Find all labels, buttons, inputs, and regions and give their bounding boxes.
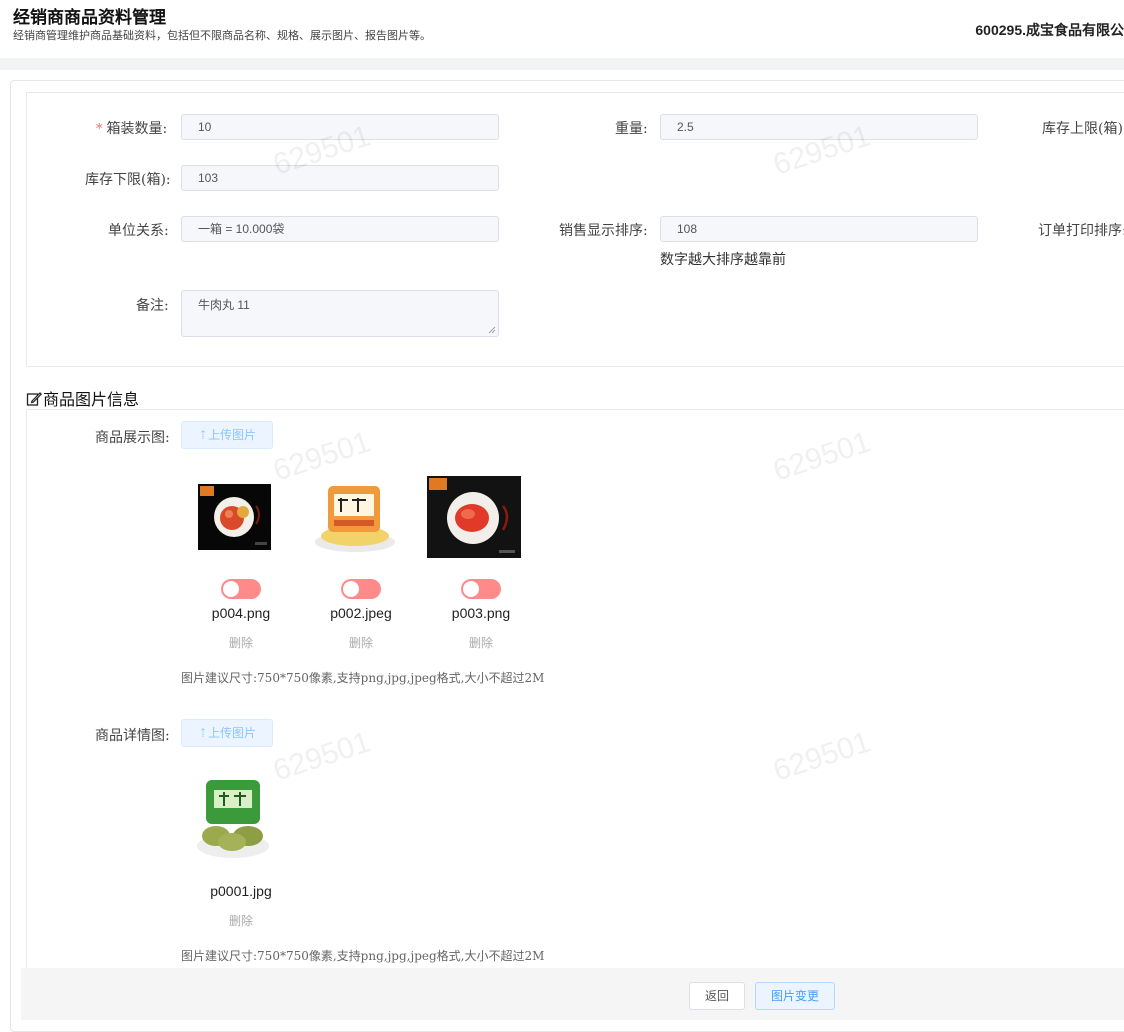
box-qty-label: * 箱装数量: [96,118,167,138]
detail-image-label: 商品详情图: [95,728,170,744]
delete-image-link[interactable]: 删除 [426,634,536,651]
display-image-filename: p004.png [211,605,271,621]
company-name: 600295.成宝食品有限公 [975,20,1124,40]
product-photo-green-snack [186,770,280,876]
delete-image-link[interactable]: 删除 [186,912,296,929]
detail-upload-button[interactable]: ⇡上传图片 [181,719,273,747]
product-photo-snack-bag [308,476,402,560]
detail-upload-label: 上传图片 [208,726,257,740]
header-separator [0,58,1124,70]
weight-input[interactable]: 2.5 [660,114,978,140]
upload-icon: ⇡ [197,726,209,740]
detail-image-filename: p0001.jpg [210,883,272,899]
product-photo-meat-dish [427,476,521,558]
display-image-filename: p003.png [451,605,511,621]
sales-sort-hint: 数字越大排序越靠前 [660,252,786,268]
display-image-filename: p002.jpeg [330,605,392,621]
toggle-knob [463,581,479,597]
display-image-tip: 图片建议尺寸:750*750像素,支持png,jpg,jpeg格式,大小不超过2… [181,671,545,685]
display-image-toggle[interactable] [461,579,501,599]
remark-value: 牛肉丸 11 [198,298,250,312]
product-photo-meat-plate [198,484,271,550]
footer-bar: 返回 图片变更 [21,968,1124,1020]
display-image-thumbnail[interactable] [198,484,271,550]
display-upload-label: 上传图片 [208,428,257,442]
change-images-button[interactable]: 图片变更 [755,982,835,1010]
page-title: 经销商商品资料管理 [13,8,166,28]
remark-textarea[interactable]: 牛肉丸 11 [181,290,499,337]
company-name-text: 成宝食品有限公 [1026,23,1124,39]
back-button[interactable]: 返回 [689,982,745,1010]
stock-lower-label: 库存下限(箱): [85,172,171,188]
display-image-toggle[interactable] [341,579,381,599]
sales-sort-label: 销售显示排序: [559,223,648,239]
stock-lower-input[interactable]: 103 [181,165,499,191]
image-section-title: 商品图片信息 [26,386,139,410]
stock-upper-label: 库存上限(箱): [1042,121,1124,137]
delete-image-link[interactable]: 删除 [306,634,416,651]
toggle-knob [343,581,359,597]
unit-relation-input[interactable]: 一箱 = 10.000袋 [181,216,499,242]
box-qty-label-text: 箱装数量: [106,121,168,137]
upload-icon: ⇡ [197,428,209,442]
resize-handle-icon[interactable] [488,326,496,334]
display-upload-button[interactable]: ⇡上传图片 [181,421,273,449]
sales-sort-input[interactable]: 108 [660,216,978,242]
page-header: 经销商商品资料管理 经销商管理维护商品基础资料，包括但不限商品名称、规格、展示图… [0,0,1124,58]
edit-icon [26,392,42,406]
page-subtitle: 经销商管理维护商品基础资料，包括但不限商品名称、规格、展示图片、报告图片等。 [13,29,431,42]
detail-image-tip: 图片建议尺寸:750*750像素,支持png,jpg,jpeg格式,大小不超过2… [181,949,545,963]
toggle-knob [223,581,239,597]
delete-image-link[interactable]: 删除 [186,634,296,651]
box-qty-input[interactable]: 10 [181,114,499,140]
display-image-thumbnail[interactable] [308,476,402,560]
remark-label: 备注: [136,298,169,314]
display-image-toggle[interactable] [221,579,261,599]
required-mark: * [96,122,103,137]
weight-label: 重量: [615,121,648,137]
company-code: 600295. [975,22,1026,38]
unit-relation-label: 单位关系: [108,223,169,239]
image-section-title-text: 商品图片信息 [43,390,140,409]
detail-image-thumbnail[interactable] [186,770,280,876]
print-sort-label: 订单打印排序: [1038,223,1124,239]
display-image-label: 商品展示图: [95,430,170,446]
display-image-thumbnail[interactable] [427,476,521,558]
